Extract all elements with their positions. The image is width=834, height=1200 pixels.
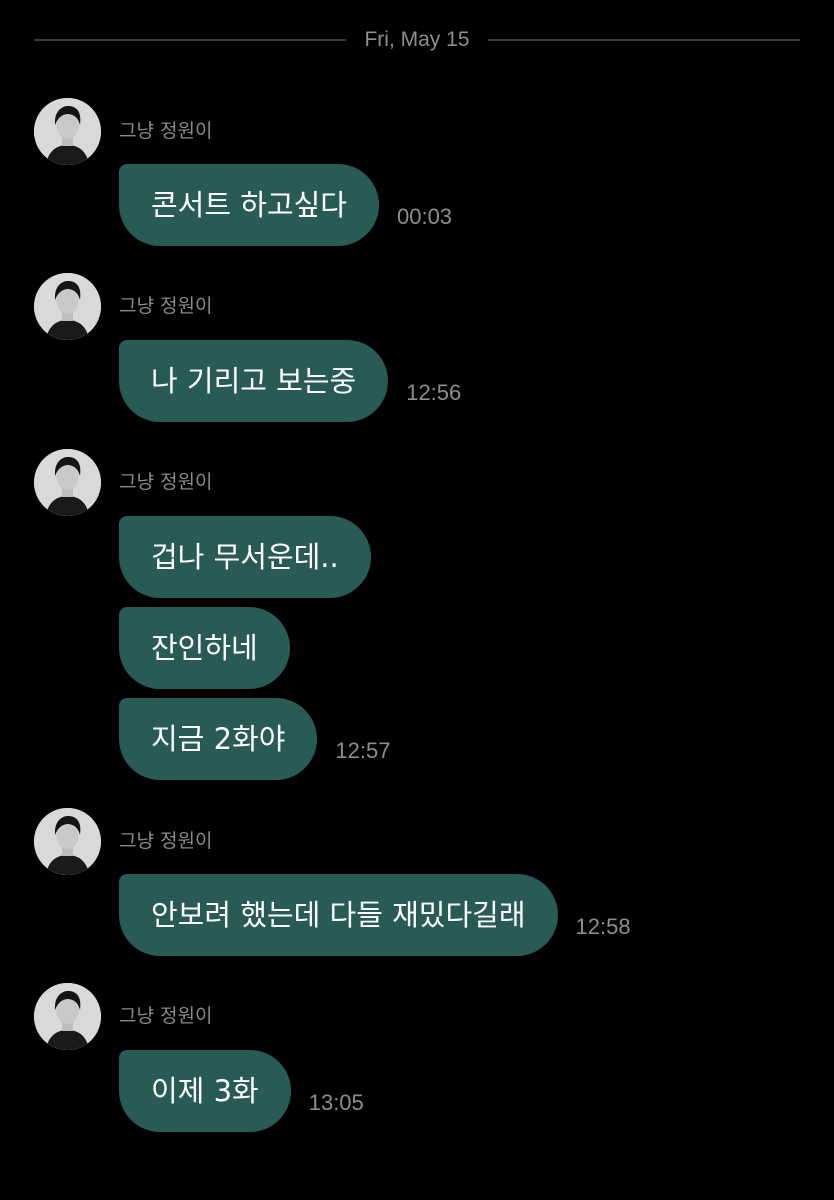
message-time: 12:57 (335, 738, 391, 763)
message-time: 12:58 (575, 914, 631, 939)
message-row: 콘서트 하고싶다 00:03 (119, 164, 452, 246)
avatar[interactable] (34, 808, 101, 875)
avatar-portrait-icon (34, 273, 101, 340)
avatar-portrait-icon (34, 808, 101, 875)
message-row: 겁나 무서운데.. (119, 516, 371, 598)
divider-line-right (487, 39, 800, 41)
avatar[interactable] (34, 98, 101, 165)
message-time: 13:05 (308, 1090, 364, 1115)
sender-name: 그냥 정원이 (119, 471, 213, 493)
avatar-portrait-icon (34, 983, 101, 1050)
sender-name: 그냥 정원이 (119, 120, 213, 142)
message-bubble[interactable]: 지금 2화야 (119, 698, 318, 780)
sender-name: 그냥 정원이 (119, 830, 213, 852)
message-bubble[interactable]: 안보려 했는데 다들 재밌다길래 (119, 874, 558, 956)
message-bubble[interactable]: 잔인하네 (119, 607, 290, 689)
avatar-portrait-icon (34, 98, 101, 165)
divider-line-left (34, 39, 347, 41)
sender-name: 그냥 정원이 (119, 295, 213, 317)
message-row: 지금 2화야 12:57 (119, 698, 390, 780)
message-time: 12:56 (406, 380, 462, 405)
message-row: 나 기리고 보는중 12:56 (119, 340, 461, 422)
message-row: 잔인하네 (119, 607, 290, 689)
message-time: 00:03 (396, 204, 453, 229)
message-bubble[interactable]: 콘서트 하고싶다 (119, 164, 379, 246)
avatar[interactable] (34, 449, 101, 516)
date-divider: Fri, May 15 (34, 22, 800, 58)
avatar[interactable] (34, 273, 101, 340)
date-label: Fri, May 15 (364, 28, 470, 51)
avatar-portrait-icon (34, 449, 101, 516)
sender-name: 그냥 정원이 (119, 1005, 213, 1027)
message-bubble[interactable]: 겁나 무서운데.. (119, 516, 371, 598)
message-bubble[interactable]: 이제 3화 (119, 1050, 291, 1132)
message-row: 안보려 했는데 다들 재밌다길래 12:58 (119, 874, 631, 956)
message-row: 이제 3화 13:05 (119, 1050, 364, 1132)
avatar[interactable] (34, 983, 101, 1050)
message-bubble[interactable]: 나 기리고 보는중 (119, 340, 389, 422)
